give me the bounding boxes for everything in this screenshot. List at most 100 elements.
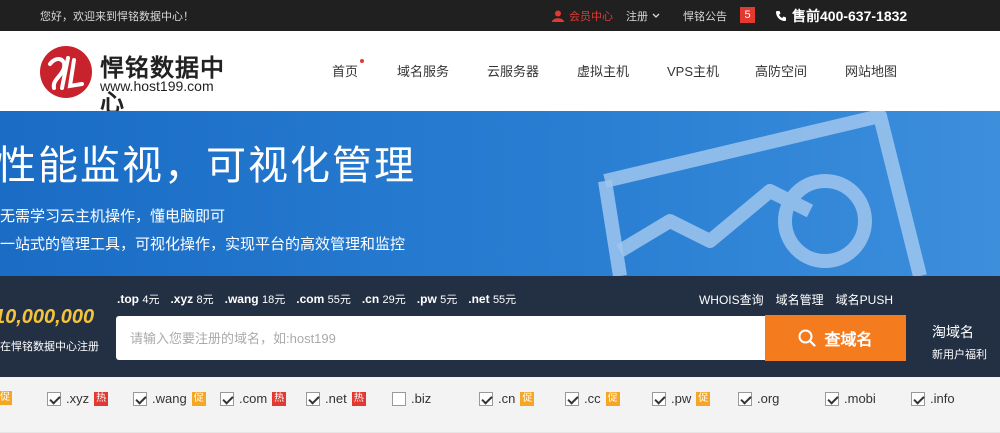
tld-label: .cn	[498, 391, 516, 406]
tld-checkbox-net[interactable]: .net 热	[306, 391, 366, 406]
tld-price: 4元	[142, 294, 160, 306]
tld-checkbox-biz[interactable]: .biz	[392, 391, 431, 406]
nav-item-ddos-space[interactable]: 高防空间	[755, 61, 807, 80]
tld-price-item[interactable]: .xyz 8元	[170, 291, 213, 307]
checkbox[interactable]	[306, 391, 320, 406]
tld-price: 29元	[382, 294, 406, 306]
tld-name: .cn	[361, 292, 380, 306]
nav-item-home[interactable]: 首页	[332, 59, 365, 80]
logo-site-url: www.host199.com	[100, 78, 214, 94]
tld-price-item[interactable]: .pw 5元	[417, 291, 457, 307]
banner-subtitle-2: 一站式的管理工具，可视化操作，实现平台的高效管理和监控	[0, 236, 406, 253]
tld-price: 8元	[196, 294, 214, 306]
tld-checkbox-top[interactable]: 促	[0, 391, 12, 405]
tld-name: .wang	[224, 292, 259, 306]
tld-price: 55元	[327, 294, 351, 306]
tld-price: 18元	[261, 294, 286, 306]
checkbox[interactable]	[565, 391, 579, 406]
search-icon	[798, 329, 817, 347]
tld-label: .net	[325, 391, 347, 406]
checkbox[interactable]	[479, 391, 493, 406]
search-domain-button[interactable]: 查域名	[765, 315, 906, 361]
tld-checkbox-cc[interactable]: .cc 促	[565, 391, 620, 406]
side-promo-title: 淘域名	[932, 324, 974, 340]
domain-search-input[interactable]	[116, 316, 765, 360]
tld-checkbox-xyz[interactable]: .xyz 热	[47, 391, 109, 406]
active-dot-icon	[360, 59, 365, 63]
member-center-label: 会员中心	[569, 11, 613, 23]
tld-price-item[interactable]: .net 55元	[468, 291, 516, 307]
site-logo[interactable]: 悍铭数据中心 www.host199.com	[40, 44, 240, 117]
hot-tag: 热	[351, 391, 366, 406]
tld-label: .biz	[411, 391, 432, 406]
hot-tag: 热	[272, 391, 287, 406]
tld-name: .net	[468, 292, 490, 306]
promo-tag: 促	[605, 391, 620, 406]
tld-label: .cc	[584, 391, 601, 406]
nav-item-vps[interactable]: VPS主机	[667, 61, 719, 80]
tld-name: .pw	[416, 292, 437, 306]
domain-manage-link[interactable]: 域名管理	[776, 291, 824, 308]
nav-label: 首页	[332, 64, 359, 79]
checkbox[interactable]	[392, 391, 406, 406]
sales-hotline: 售前400-637-1832	[775, 6, 907, 26]
hotline-text: 售前400-637-1832	[792, 8, 908, 24]
hot-tag: 热	[94, 391, 109, 406]
announcement-link[interactable]: 悍铭公告	[683, 8, 727, 24]
logo-mark-icon	[40, 46, 92, 98]
domain-search-band: 10,000,000 在悍铭数据中心注册 .top 4元 .xyz 8元 .wa…	[0, 276, 1000, 377]
tld-price-list: .top 4元 .xyz 8元 .wang 18元 .com 55元 .cn 2…	[117, 291, 516, 307]
new-user-promo[interactable]: 淘域名 新用户福利	[932, 322, 987, 362]
tld-label: .info	[930, 391, 955, 406]
tld-checkbox-com[interactable]: .com 热	[220, 391, 287, 406]
tld-checkbox-wang[interactable]: .wang 促	[133, 391, 206, 406]
register-label: 注册	[626, 11, 648, 23]
nav-item-sitemap[interactable]: 网站地图	[845, 61, 897, 80]
checkbox[interactable]	[47, 391, 61, 406]
tld-name: .xyz	[170, 292, 194, 306]
register-dropdown[interactable]: 注册	[626, 8, 660, 24]
tld-label: .com	[239, 391, 268, 406]
domain-tool-links: WHOIS查询 域名管理 域名PUSH	[699, 291, 893, 308]
whois-link[interactable]: WHOIS查询	[699, 291, 764, 308]
checkbox[interactable]	[652, 391, 666, 406]
checkbox[interactable]	[911, 391, 925, 406]
nav-item-virtual-host[interactable]: 虚拟主机	[577, 61, 629, 80]
tld-checkbox-cn[interactable]: .cn 促	[479, 391, 535, 406]
tld-label: .mobi	[844, 391, 876, 406]
tld-price: 5元	[440, 294, 458, 306]
tld-checkbox-org[interactable]: .org	[738, 391, 779, 406]
banner-subtitle-1: 无需学习云主机操作，懂电脑即可	[0, 208, 226, 225]
tld-price-item[interactable]: .top 4元	[117, 291, 159, 307]
tld-checkbox-info[interactable]: .info	[911, 391, 955, 406]
tld-name: .com	[296, 292, 325, 306]
checkbox[interactable]	[825, 391, 839, 406]
tld-checkbox-mobi[interactable]: .mobi	[825, 391, 876, 406]
domain-push-link[interactable]: 域名PUSH	[836, 291, 893, 308]
checkbox[interactable]	[738, 391, 752, 406]
tld-label: .wang	[152, 391, 187, 406]
promo-tag: 促	[520, 391, 535, 406]
member-center-link[interactable]: 会员中心	[552, 8, 613, 24]
nav-item-domain[interactable]: 域名服务	[397, 61, 449, 80]
phone-icon	[776, 11, 786, 21]
header: 悍铭数据中心 www.host199.com 首页 域名服务 云服务器 虚拟主机…	[0, 31, 1000, 117]
tld-price-item[interactable]: .com 55元	[296, 291, 351, 307]
tld-label: .pw	[671, 391, 692, 406]
tld-name: .top	[117, 292, 139, 306]
tld-price-item[interactable]: .wang 18元	[225, 291, 286, 307]
checkbox[interactable]	[133, 391, 147, 406]
hero-banner[interactable]: 性能监视，可视化管理 无需学习云主机操作，懂电脑即可 一站式的管理工具，可视化操…	[0, 111, 1000, 276]
announcement-count-badge: 5	[740, 7, 755, 23]
promo-text: 10,000,000 在悍铭数据中心注册	[0, 306, 112, 356]
checkbox[interactable]	[220, 391, 234, 406]
tld-price-item[interactable]: .cn 29元	[362, 291, 406, 307]
nav-item-cloud-server[interactable]: 云服务器	[487, 61, 539, 80]
page: 您好，欢迎来到悍铭数据中心！ 会员中心 注册 悍铭公告 5 售前400-637-…	[0, 0, 1000, 433]
tld-checkbox-row: 促 .xyz 热 .wang 促 .com 热 .net 热 .biz .cn 促 .cc…	[0, 377, 1000, 433]
promo-caption: 在悍铭数据中心注册	[0, 341, 99, 353]
tld-checkbox-pw[interactable]: .pw 促	[652, 391, 711, 406]
tld-price: 55元	[492, 294, 517, 306]
monitor-chart-illustration-icon	[598, 111, 927, 276]
promo-tag: 促	[191, 391, 206, 406]
